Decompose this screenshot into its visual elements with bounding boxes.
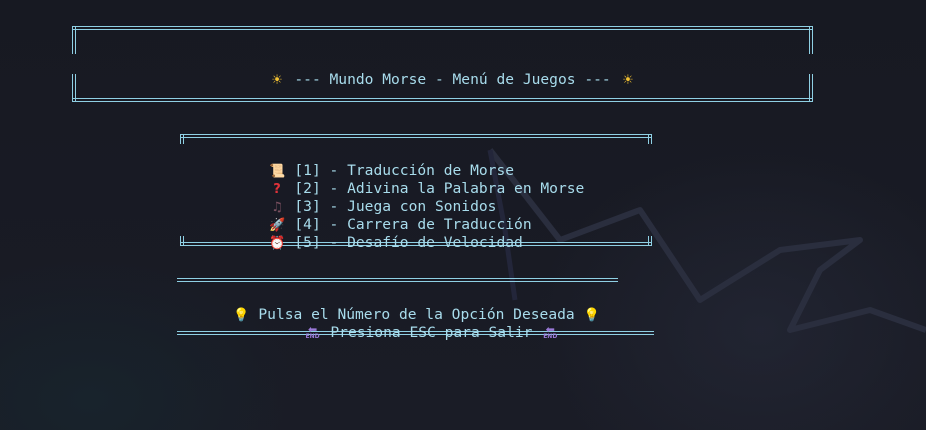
menu-item-4[interactable]: 🚀 [4] - Carrera de Traducción: [251, 198, 532, 233]
alarm-clock-icon: ⏰: [268, 236, 286, 251]
end-arrow-icon: ⬅ END: [305, 323, 320, 340]
menu-item-label: [5] - Desafío de Velocidad: [294, 234, 523, 251]
frame-right-border-bottom: [648, 236, 652, 246]
sun-icon: ☀: [622, 73, 634, 88]
frame-right-border-top: [809, 26, 813, 54]
frame-top-border: [177, 278, 618, 282]
lightbulb-icon: 💡: [232, 308, 250, 323]
menu-item-2[interactable]: ? [2] - Adivina la Palabra en Morse: [251, 162, 584, 197]
footer-exit-line: ⬅ END Presiona ESC para Salir ⬅ END: [286, 306, 559, 341]
menu-item-5[interactable]: ⏰ [5] - Desafío de Velocidad: [251, 216, 523, 251]
frame-left-border-top: [72, 26, 76, 54]
menu-item-3[interactable]: ♫ [3] - Juega con Sonidos: [251, 180, 496, 215]
frame-right-border-bottom: [809, 74, 813, 102]
frame-left-border-bottom: [180, 236, 184, 246]
end-arrow-icon: ⬅ END: [543, 323, 558, 340]
frame-right-border-top: [648, 134, 652, 144]
footer-exit: Presiona ESC para Salir: [330, 324, 533, 341]
lightbulb-icon: 💡: [583, 308, 601, 323]
sun-icon: ☀: [271, 73, 283, 88]
frame-left-border-bottom: [72, 74, 76, 102]
footer-prompt-line: 💡 Pulsa el Número de la Opción Deseada 💡: [215, 288, 600, 323]
frame-top-border: [72, 26, 813, 30]
frame-bottom-border: [72, 98, 813, 102]
header-title-line: ☀ --- Mundo Morse - Menú de Juegos --- ☀: [251, 53, 636, 88]
page-title: --- Mundo Morse - Menú de Juegos ---: [294, 71, 611, 88]
frame-left-border-top: [180, 134, 184, 144]
menu-item-1[interactable]: 📜 [1] - Traducción de Morse: [251, 144, 514, 179]
frame-top-border: [180, 134, 652, 138]
